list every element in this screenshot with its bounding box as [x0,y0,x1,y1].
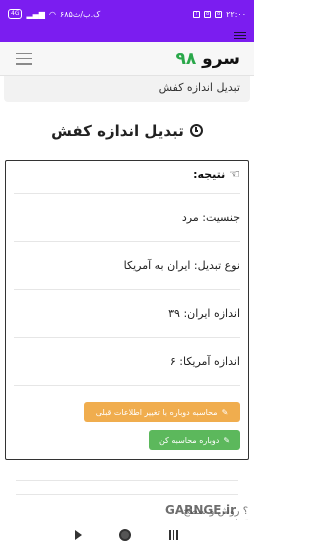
result-row-us-size: اندازه آمریکا: ۶ [14,337,240,385]
app-icon: o [204,10,212,18]
battery-icon: 4G [8,9,23,19]
home-icon[interactable] [118,529,131,541]
signal-icon: ▂▄▆ [26,9,45,19]
result-iran-size: اندازه ایران: ۳۹ [168,307,240,320]
site-logo[interactable]: سرو ۹۸ [175,49,240,69]
recalculate-button[interactable]: ✎ دوباره محاسبه کن [149,430,240,450]
page-title: تبدیل اندازه کفش [0,122,254,148]
section-divider [16,494,238,495]
breadcrumb-current: تبدیل اندازه کفش [158,81,240,94]
breadcrumb: تبدیل اندازه کفش [4,76,250,102]
result-heading: ☜نتیجه: [6,161,248,187]
watermark: GARNGE.ir [165,503,237,517]
result-row-conversion-type: نوع تبدیل: ایران به آمریکا [14,241,240,289]
result-row-iran-size: اندازه ایران: ۳۹ [14,289,240,337]
network-speed: ۶۸۵ک.ب/ث [59,9,101,19]
menu-icon[interactable] [234,30,246,40]
recent-apps-icon[interactable] [168,530,180,540]
recalculate-with-changes-button[interactable]: ✎ محاسبه دوباره با تغییر اطلاعات قبلی [84,402,240,422]
result-us-size: اندازه آمریکا: ۶ [169,355,240,368]
result-divider [14,385,240,386]
result-conversion-type: نوع تبدیل: ایران به آمریکا [123,259,240,272]
wifi-icon: ◠ [48,9,56,19]
brand-number: ۹۸ [175,48,197,69]
system-nav-bar [0,520,254,550]
status-icons-left: 4G ▂▄▆ ◠ ۶۸۵ک.ب/ث [8,9,100,19]
page-title-text: تبدیل اندازه کفش [51,122,184,140]
result-row-gender: جنسیت: مرد [14,193,240,241]
status-icons-right: ! o o ۲۲:۰۰ [193,10,246,19]
site-navbar: سرو ۹۸ [0,42,254,76]
result-card: ☜نتیجه: جنسیت: مرد نوع تبدیل: ایران به آ… [5,160,249,460]
top-strip [0,28,254,42]
result-heading-text: نتیجه: [193,168,226,181]
hamburger-icon[interactable] [16,52,32,65]
pencil-icon: ✎ [223,435,231,445]
status-time: ۲۲:۰۰ [226,9,246,19]
brand-text: سرو [202,48,240,69]
recalculate-with-changes-label: محاسبه دوباره با تغییر اطلاعات قبلی [95,407,218,417]
pencil-icon: ✎ [221,407,229,417]
status-bar: 4G ▂▄▆ ◠ ۶۸۵ک.ب/ث ! o o ۲۲:۰۰ [0,0,254,28]
back-icon[interactable] [74,530,82,540]
clock-icon [189,124,203,137]
section-divider [16,480,238,481]
notification-icon: ! [193,10,201,18]
hand-pointer-icon: ☜ [229,167,240,181]
recalculate-label: دوباره محاسبه کن [158,435,220,445]
result-gender: جنسیت: مرد [181,211,240,224]
app-icon: o [215,10,223,18]
